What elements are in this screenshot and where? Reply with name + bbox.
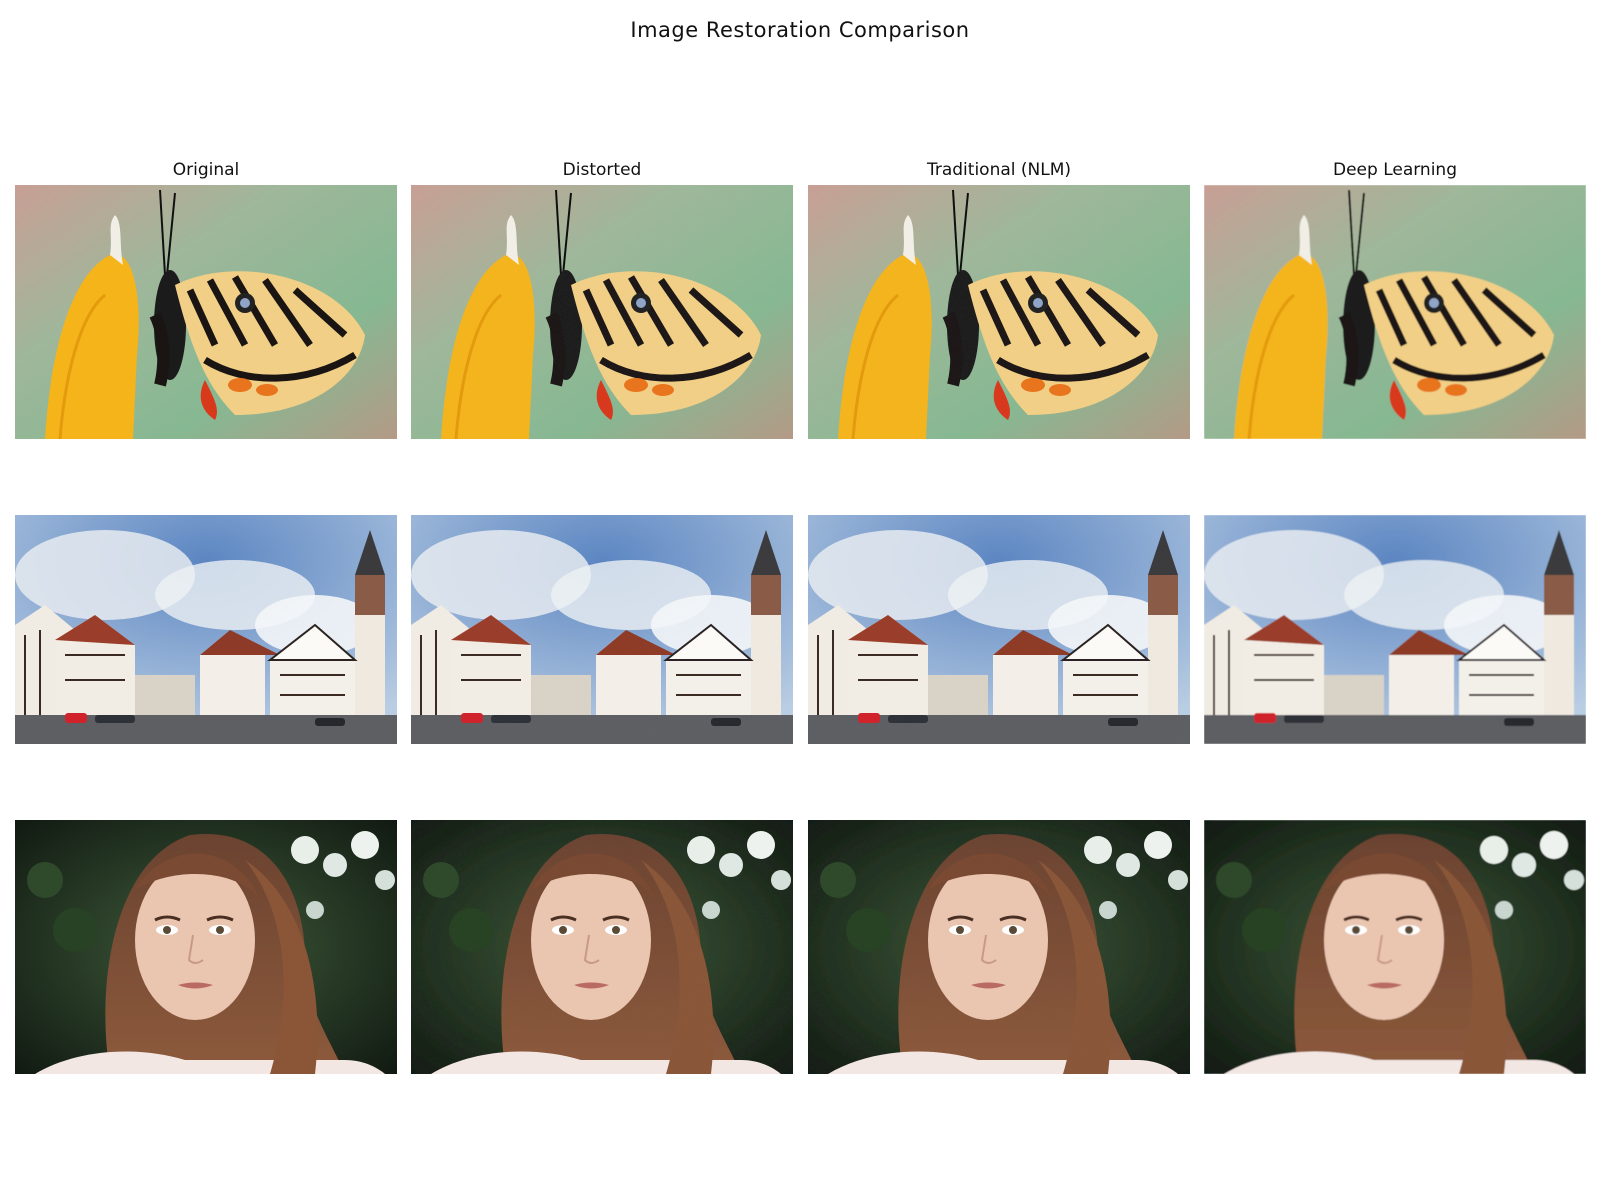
- portrait-original-image: [15, 820, 397, 1074]
- town-original-image: [15, 515, 397, 744]
- portrait-traditional-nlm-image: [808, 820, 1190, 1074]
- butterfly-distorted-image: [411, 185, 793, 439]
- butterfly-traditional-nlm-image: [808, 185, 1190, 439]
- portrait-deep-learning-image: [1204, 820, 1586, 1074]
- town-traditional-nlm-image: [808, 515, 1190, 744]
- town-distorted-image: [411, 515, 793, 744]
- figure-title: Image Restoration Comparison: [630, 18, 970, 42]
- column-title-distorted: Distorted: [562, 160, 642, 180]
- column-title-original: Original: [172, 160, 240, 180]
- column-title-deep-learning: Deep Learning: [1332, 160, 1457, 180]
- portrait-distorted-image: [411, 820, 793, 1074]
- column-title-traditional-nlm: Traditional (NLM): [926, 160, 1072, 180]
- town-deep-learning-image: [1204, 515, 1586, 744]
- butterfly-original-image: [15, 185, 397, 439]
- butterfly-deep-learning-image: [1204, 185, 1586, 439]
